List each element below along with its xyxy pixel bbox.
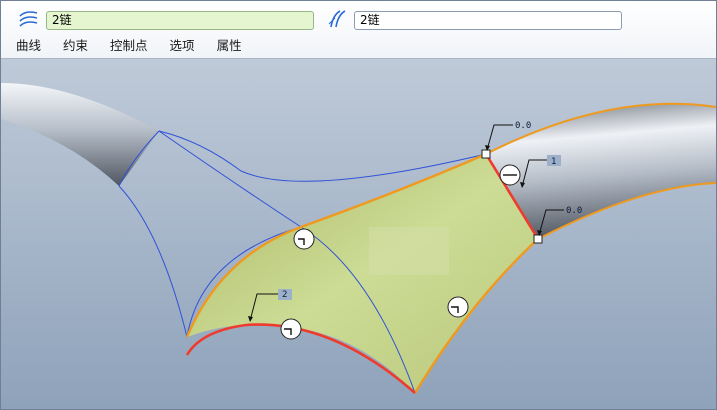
left-tube-body[interactable]: [1, 83, 159, 186]
condition-handle-bottom[interactable]: [280, 318, 302, 340]
menu-tab-options[interactable]: 选项: [170, 36, 195, 56]
dashboard-toolbar: 2链 2链 曲线 约束 控制点 选项 属性: [1, 1, 716, 59]
surface-highlight: [369, 227, 449, 275]
dimension-label-right[interactable]: 0.0: [566, 206, 582, 216]
dimension-label-bottom[interactable]: 2: [282, 290, 287, 300]
menu-tab-curves[interactable]: 曲线: [16, 36, 41, 56]
tangent-curve-icon[interactable]: [327, 9, 349, 29]
control-point-right[interactable]: [533, 234, 543, 244]
control-point-top[interactable]: [481, 149, 491, 159]
first-direction-collector[interactable]: 2链: [46, 11, 314, 30]
curve-reference-icon[interactable]: [17, 9, 39, 29]
blend-surface[interactable]: [187, 154, 538, 393]
menu-tab-constraints[interactable]: 约束: [63, 36, 88, 56]
menu-tab-control-points[interactable]: 控制点: [110, 36, 148, 56]
dimension-label-top[interactable]: 0.0: [515, 121, 531, 131]
menu-tab-properties[interactable]: 属性: [217, 36, 242, 56]
dimension-label-chord[interactable]: 1: [551, 157, 556, 167]
second-direction-collector[interactable]: 2链: [354, 11, 622, 30]
graphics-viewport[interactable]: 0.0 1 0.0 2: [1, 59, 716, 409]
boundary-blend-window: 2链 2链 曲线 约束 控制点 选项 属性 0.0 1 0.0 2: [0, 0, 717, 410]
condition-handle-top-right[interactable]: [499, 164, 521, 186]
condition-handle-upper-left[interactable]: [293, 228, 315, 250]
condition-handle-right[interactable]: [447, 296, 469, 318]
dashboard-menu: 曲线 约束 控制点 选项 属性: [1, 36, 249, 56]
